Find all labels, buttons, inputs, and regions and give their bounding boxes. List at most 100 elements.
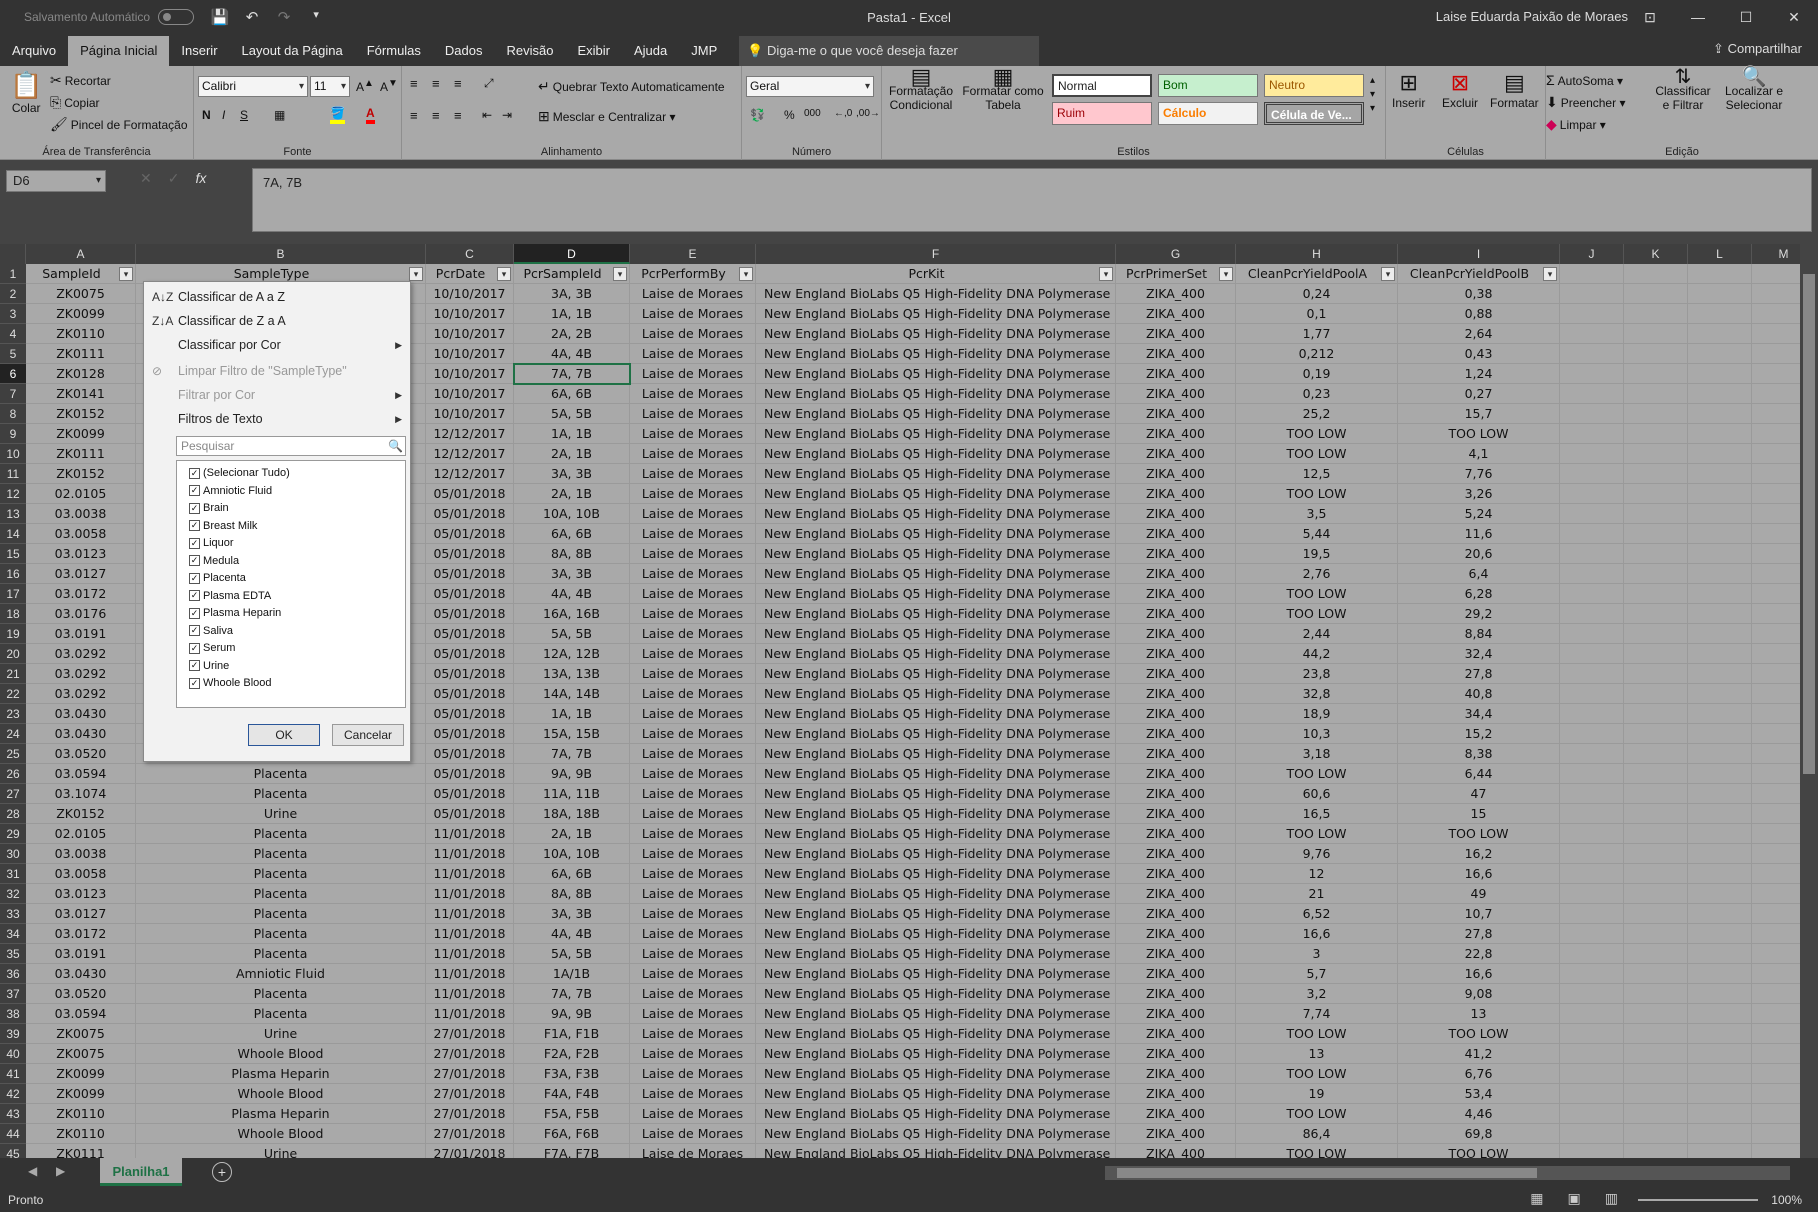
filter-dropdown-icon[interactable]: ▾ bbox=[409, 267, 423, 281]
table-cell[interactable]: Laise de Moraes bbox=[630, 604, 756, 624]
table-cell[interactable]: ZIKA_400 bbox=[1116, 804, 1236, 824]
table-cell[interactable]: 16,6 bbox=[1398, 964, 1560, 984]
table-cell[interactable]: ZK0111 bbox=[26, 344, 136, 364]
table-cell[interactable]: 3A, 3B bbox=[514, 564, 630, 584]
filter-by-color-item[interactable]: Filtrar por Cor ▶ bbox=[144, 384, 412, 406]
styles-scroll-icon[interactable]: ▴ ▾ ▾ bbox=[1370, 74, 1375, 116]
table-cell[interactable]: ZIKA_400 bbox=[1116, 304, 1236, 324]
table-cell[interactable]: New England BioLabs Q5 High-Fidelity DNA… bbox=[756, 544, 1116, 564]
table-cell[interactable]: Laise de Moraes bbox=[630, 944, 756, 964]
table-cell[interactable]: Placenta bbox=[136, 784, 426, 804]
table-cell[interactable]: 6A, 6B bbox=[514, 384, 630, 404]
table-cell[interactable]: New England BioLabs Q5 High-Fidelity DNA… bbox=[756, 364, 1116, 384]
table-cell[interactable]: 10/10/2017 bbox=[426, 324, 514, 344]
table-cell[interactable]: 05/01/2018 bbox=[426, 564, 514, 584]
table-cell[interactable]: 3A, 3B bbox=[514, 464, 630, 484]
table-cell[interactable]: 05/01/2018 bbox=[426, 584, 514, 604]
table-cell[interactable]: 1A, 1B bbox=[514, 704, 630, 724]
format-painter-button[interactable]: 🖌 Pincel de Formatação bbox=[50, 116, 188, 133]
style-neutro[interactable]: Neutro bbox=[1264, 74, 1364, 97]
table-cell[interactable]: 03.0058 bbox=[26, 524, 136, 544]
table-cell[interactable] bbox=[1688, 884, 1752, 904]
fill-button[interactable]: ⬇ Preencher ▾ bbox=[1546, 94, 1625, 111]
table-cell[interactable]: Laise de Moraes bbox=[630, 964, 756, 984]
table-cell[interactable] bbox=[1688, 1124, 1752, 1144]
table-cell[interactable]: 5,7 bbox=[1236, 964, 1398, 984]
table-cell[interactable]: 05/01/2018 bbox=[426, 484, 514, 504]
filter-value-item[interactable]: ✓ Saliva bbox=[189, 623, 233, 639]
table-cell[interactable]: New England BioLabs Q5 High-Fidelity DNA… bbox=[756, 1144, 1116, 1158]
table-cell[interactable]: 05/01/2018 bbox=[426, 684, 514, 704]
table-cell[interactable] bbox=[1624, 584, 1688, 604]
checkbox-checked-icon[interactable]: ✓ bbox=[189, 537, 200, 549]
table-cell[interactable]: Laise de Moraes bbox=[630, 864, 756, 884]
table-cell[interactable] bbox=[1624, 304, 1688, 324]
checkbox-checked-icon[interactable]: ✓ bbox=[189, 485, 200, 496]
table-cell[interactable]: TOO LOW bbox=[1398, 1144, 1560, 1158]
table-cell[interactable]: 4,46 bbox=[1398, 1104, 1560, 1124]
table-cell[interactable]: TOO LOW bbox=[1398, 1024, 1560, 1044]
header-cell-pcrkit[interactable]: PcrKit bbox=[756, 264, 1116, 284]
column-header-a[interactable]: A bbox=[26, 244, 136, 264]
row-header[interactable]: 38 bbox=[0, 1004, 26, 1024]
table-cell[interactable]: 19 bbox=[1236, 1084, 1398, 1104]
table-cell[interactable]: 11/01/2018 bbox=[426, 824, 514, 844]
table-cell[interactable]: 1,77 bbox=[1236, 324, 1398, 344]
table-cell[interactable]: ZIKA_400 bbox=[1116, 944, 1236, 964]
tell-me-search[interactable]: 💡 Diga-me o que você deseja fazer bbox=[739, 36, 1040, 66]
row-header[interactable]: 11 bbox=[0, 464, 26, 484]
table-cell[interactable]: 5A, 5B bbox=[514, 944, 630, 964]
table-cell[interactable]: Placenta bbox=[136, 984, 426, 1004]
table-cell[interactable]: 03.0292 bbox=[26, 644, 136, 664]
table-cell[interactable]: New England BioLabs Q5 High-Fidelity DNA… bbox=[756, 564, 1116, 584]
table-cell[interactable]: 0,43 bbox=[1398, 344, 1560, 364]
row-header[interactable]: 35 bbox=[0, 944, 26, 964]
table-cell[interactable] bbox=[1688, 924, 1752, 944]
table-cell[interactable]: 18,9 bbox=[1236, 704, 1398, 724]
table-cell[interactable]: 69,8 bbox=[1398, 1124, 1560, 1144]
table-cell[interactable]: 13 bbox=[1236, 1044, 1398, 1064]
confirm-entry-icon[interactable]: ✓ bbox=[168, 170, 180, 187]
table-cell[interactable]: 5A, 5B bbox=[514, 624, 630, 644]
table-cell[interactable] bbox=[1624, 424, 1688, 444]
table-cell[interactable]: F6A, F6B bbox=[514, 1124, 630, 1144]
table-cell[interactable]: 10/10/2017 bbox=[426, 384, 514, 404]
table-cell[interactable]: 05/01/2018 bbox=[426, 764, 514, 784]
table-cell[interactable]: 18A, 18B bbox=[514, 804, 630, 824]
table-cell[interactable] bbox=[1688, 624, 1752, 644]
table-cell[interactable] bbox=[1688, 464, 1752, 484]
table-cell[interactable]: New England BioLabs Q5 High-Fidelity DNA… bbox=[756, 1044, 1116, 1064]
table-cell[interactable] bbox=[1560, 1064, 1624, 1084]
table-cell[interactable] bbox=[1688, 984, 1752, 1004]
table-cell[interactable]: 1,24 bbox=[1398, 364, 1560, 384]
table-cell[interactable] bbox=[1560, 584, 1624, 604]
table-cell[interactable]: TOO LOW bbox=[1236, 484, 1398, 504]
thousands-icon[interactable]: 000 bbox=[804, 108, 821, 119]
select-all-corner[interactable] bbox=[0, 244, 26, 264]
table-cell[interactable]: 44,2 bbox=[1236, 644, 1398, 664]
table-cell[interactable]: 02.0105 bbox=[26, 824, 136, 844]
table-cell[interactable] bbox=[1624, 864, 1688, 884]
currency-icon[interactable]: 💱 bbox=[750, 108, 765, 122]
table-cell[interactable]: ZIKA_400 bbox=[1116, 964, 1236, 984]
tab-revisao[interactable]: Revisão bbox=[495, 36, 566, 66]
table-cell[interactable]: 4,1 bbox=[1398, 444, 1560, 464]
table-cell[interactable] bbox=[1560, 804, 1624, 824]
table-cell[interactable]: TOO LOW bbox=[1398, 424, 1560, 444]
table-cell[interactable]: New England BioLabs Q5 High-Fidelity DNA… bbox=[756, 824, 1116, 844]
row-header[interactable]: 27 bbox=[0, 784, 26, 804]
table-cell[interactable]: 7,76 bbox=[1398, 464, 1560, 484]
table-cell[interactable] bbox=[1560, 464, 1624, 484]
table-cell[interactable] bbox=[1688, 1004, 1752, 1024]
table-cell[interactable]: New England BioLabs Q5 High-Fidelity DNA… bbox=[756, 784, 1116, 804]
table-cell[interactable] bbox=[1624, 524, 1688, 544]
table-cell[interactable]: Laise de Moraes bbox=[630, 724, 756, 744]
table-cell[interactable]: 11/01/2018 bbox=[426, 944, 514, 964]
align-center-icon[interactable]: ≡ bbox=[432, 108, 440, 123]
tab-ajuda[interactable]: Ajuda bbox=[622, 36, 679, 66]
table-cell[interactable] bbox=[1560, 444, 1624, 464]
table-cell[interactable]: 2,76 bbox=[1236, 564, 1398, 584]
table-cell[interactable]: 22,8 bbox=[1398, 944, 1560, 964]
table-cell[interactable] bbox=[1560, 964, 1624, 984]
table-cell[interactable]: ZK0075 bbox=[26, 1024, 136, 1044]
